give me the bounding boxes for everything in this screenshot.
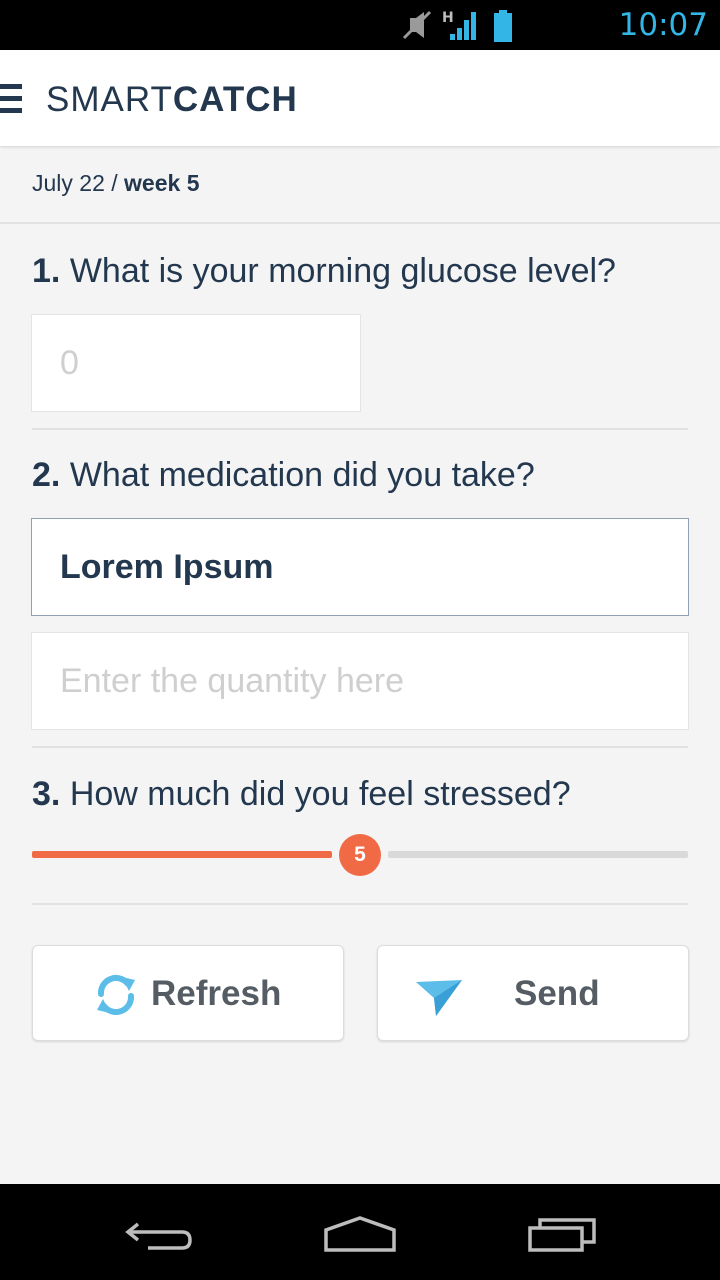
app-bar: SMARTCATCH bbox=[0, 50, 720, 146]
question-1-text: What is your morning glucose level? bbox=[69, 252, 616, 290]
refresh-button[interactable]: Refresh bbox=[32, 945, 344, 1041]
question-3-text: How much did you feel stressed? bbox=[69, 775, 571, 813]
quantity-input[interactable]: Enter the quantity here bbox=[31, 632, 689, 730]
question-2-text: What medication did you take? bbox=[69, 456, 535, 494]
signal-h-icon: H bbox=[442, 10, 476, 40]
medication-input[interactable]: Lorem Ipsum bbox=[31, 518, 689, 616]
breadcrumb: July 22 / week 5 bbox=[32, 170, 200, 197]
status-icons: H bbox=[402, 10, 512, 42]
mute-icon bbox=[402, 10, 432, 40]
send-button[interactable]: Send bbox=[377, 945, 689, 1041]
back-icon[interactable] bbox=[124, 1214, 196, 1254]
stress-slider-track[interactable] bbox=[388, 851, 688, 858]
quantity-input-placeholder: Enter the quantity here bbox=[60, 661, 405, 700]
breadcrumb-bar: July 22 / week 5 bbox=[0, 146, 720, 224]
question-2: 2. What medication did you take? bbox=[32, 455, 535, 495]
stress-slider-thumb[interactable]: 5 bbox=[339, 834, 381, 876]
battery-icon bbox=[494, 10, 512, 42]
status-bar: H 10:07 bbox=[0, 0, 720, 50]
paper-plane-icon bbox=[416, 980, 462, 1016]
divider-3 bbox=[32, 903, 688, 905]
stress-slider-fill[interactable] bbox=[32, 851, 332, 858]
glucose-input-placeholder: 0 bbox=[60, 343, 79, 382]
status-time: 10:07 bbox=[618, 7, 708, 43]
glucose-input[interactable]: 0 bbox=[31, 314, 361, 412]
question-1: 1. What is your morning glucose level? bbox=[32, 251, 616, 291]
breadcrumb-separator: / bbox=[104, 170, 125, 196]
divider-1 bbox=[32, 428, 688, 430]
question-1-number: 1. bbox=[32, 252, 61, 290]
svg-text:H: H bbox=[442, 10, 454, 26]
refresh-button-label: Refresh bbox=[151, 974, 282, 1013]
home-icon[interactable] bbox=[322, 1214, 398, 1254]
system-nav-bar bbox=[0, 1184, 720, 1280]
send-button-label: Send bbox=[514, 974, 600, 1013]
app-logo: SMARTCATCH bbox=[46, 80, 298, 120]
question-2-number: 2. bbox=[32, 456, 61, 494]
question-3: 3. How much did you feel stressed? bbox=[32, 774, 571, 814]
question-3-number: 3. bbox=[32, 775, 61, 813]
medication-input-value: Lorem Ipsum bbox=[60, 547, 274, 586]
hamburger-menu-icon[interactable] bbox=[0, 84, 24, 114]
breadcrumb-date: July 22 bbox=[32, 170, 105, 196]
divider-2 bbox=[32, 746, 688, 748]
refresh-icon bbox=[97, 974, 135, 1016]
recent-apps-icon[interactable] bbox=[526, 1214, 598, 1254]
breadcrumb-week: week 5 bbox=[124, 170, 200, 196]
stress-slider-value: 5 bbox=[354, 843, 366, 866]
logo-bold-text: CATCH bbox=[172, 80, 298, 119]
logo-light-text: SMART bbox=[46, 80, 173, 119]
